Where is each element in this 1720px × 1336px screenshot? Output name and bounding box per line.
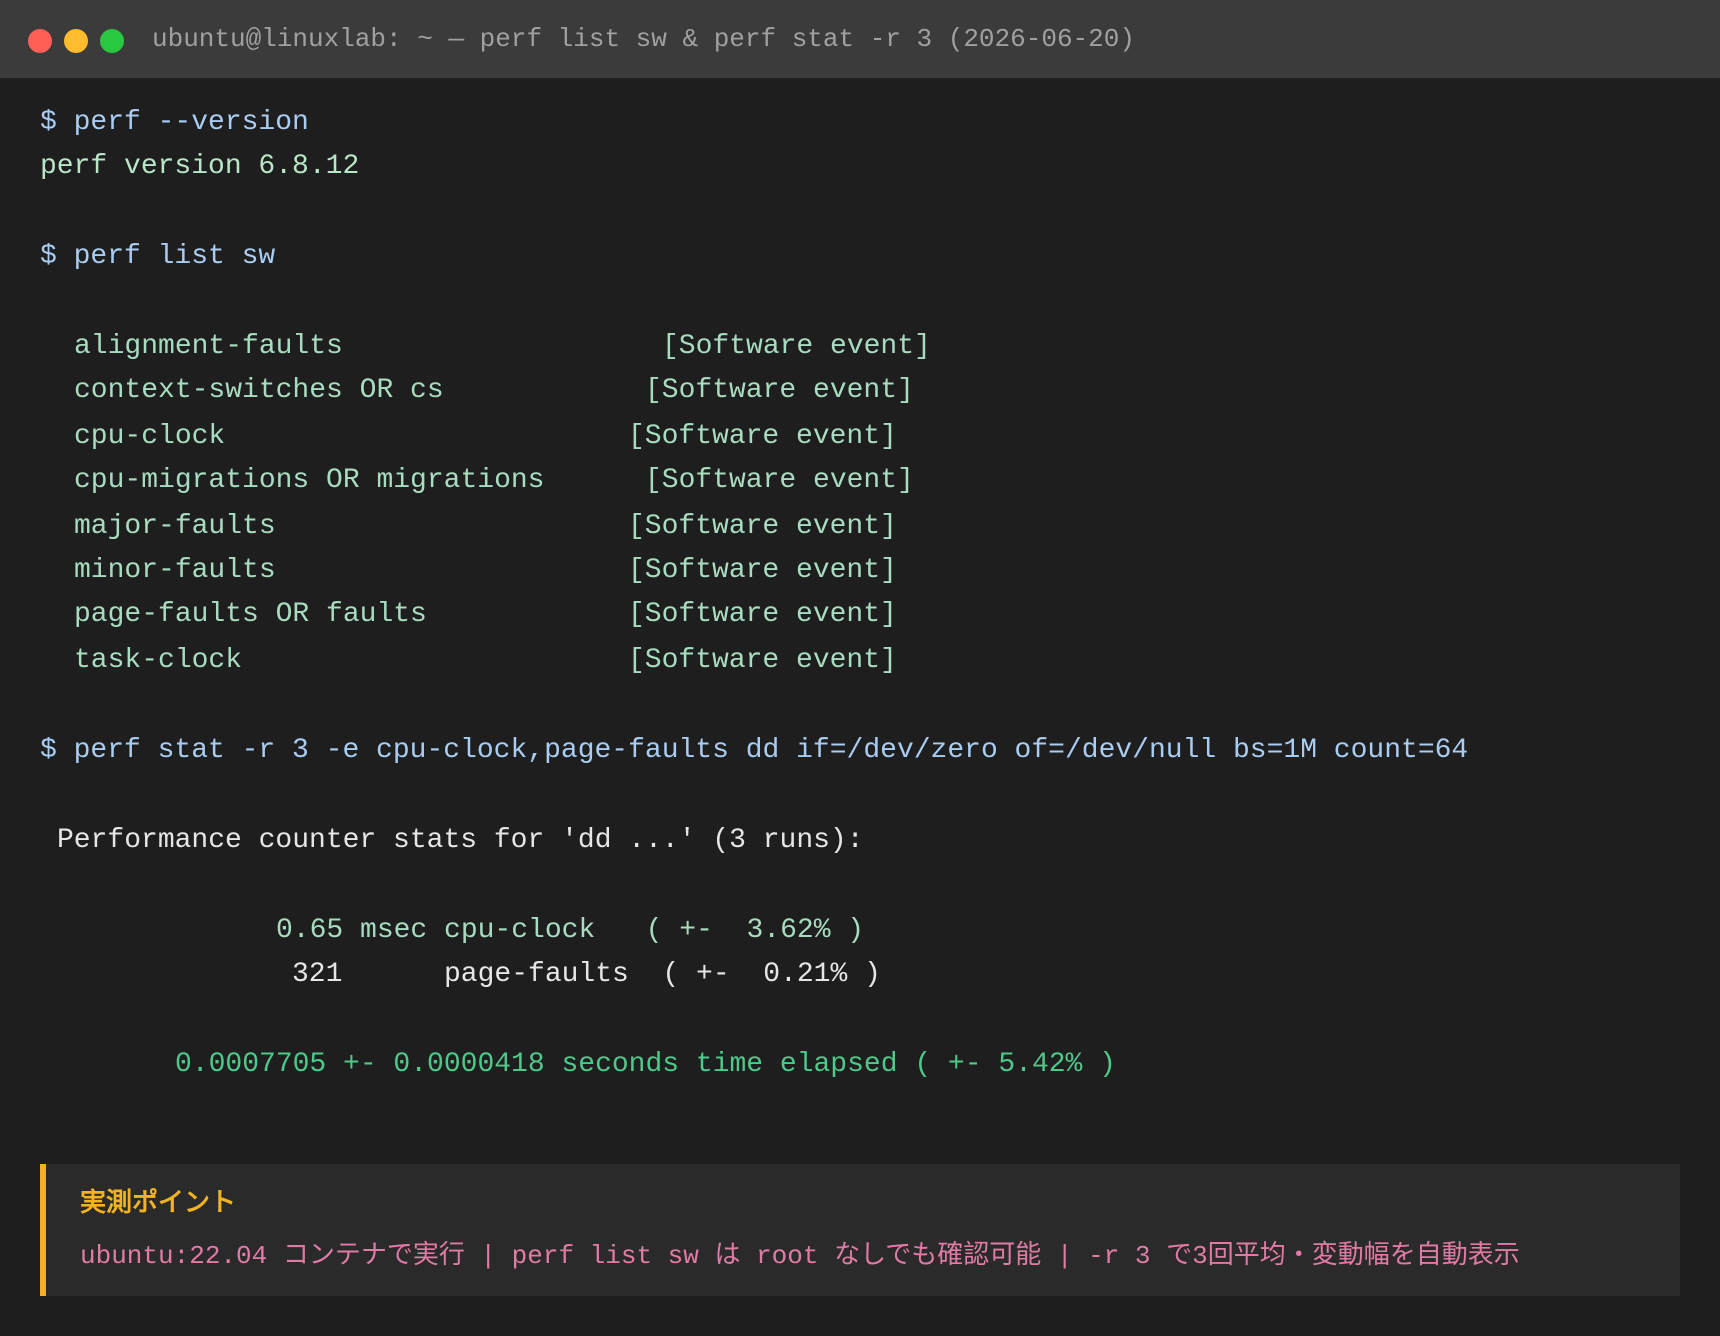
- event-tag: [Software event]: [645, 375, 914, 406]
- event-tag: [Software event]: [628, 645, 897, 676]
- event-tag: [Software event]: [628, 599, 897, 630]
- event-name: cpu-clock: [74, 421, 226, 452]
- stat-cpu-clock: 0.65 msec cpu-clock ( +- 3.62% ): [276, 915, 865, 946]
- stat-page-faults-value: 321: [292, 959, 343, 990]
- stat-page-faults-label: page-faults ( +- 0.21% ): [444, 959, 881, 990]
- minimize-window-button[interactable]: [64, 29, 88, 53]
- event-name: context-switches OR cs: [74, 375, 444, 406]
- event-name: task-clock: [74, 645, 243, 676]
- command-line-stat: $ perf stat -r 3 -e cpu-clock,page-fault…: [40, 735, 1469, 766]
- event-name: cpu-migrations OR migrations: [74, 465, 545, 496]
- terminal-window: ubuntu@linuxlab: ~ — perf list sw & perf…: [0, 0, 1720, 1336]
- window-title: ubuntu@linuxlab: ~ — perf list sw & perf…: [152, 24, 1135, 54]
- stats-header: Performance counter stats for 'dd ...' (…: [57, 825, 864, 856]
- event-name: page-faults OR faults: [74, 599, 427, 630]
- event-tag: [Software event]: [662, 331, 931, 362]
- command-line-list: $ perf list sw: [40, 241, 276, 272]
- measurement-note: 実測ポイント ubuntu:22.04 コンテナで実行 | perf list …: [40, 1164, 1680, 1296]
- event-name: minor-faults: [74, 555, 276, 586]
- title-bar: ubuntu@linuxlab: ~ — perf list sw & perf…: [0, 0, 1720, 78]
- event-name: major-faults: [74, 511, 276, 542]
- command-line-version: $ perf --version: [40, 107, 309, 138]
- event-tag: [Software event]: [628, 555, 897, 586]
- event-name: alignment-faults: [74, 331, 343, 362]
- event-tag: [Software event]: [628, 511, 897, 542]
- note-title: 実測ポイント: [80, 1188, 237, 1218]
- note-body: ubuntu:22.04 コンテナで実行 | perf list sw は ro…: [80, 1241, 1520, 1271]
- time-elapsed: 0.0007705 +- 0.0000418 seconds time elap…: [175, 1049, 1116, 1080]
- close-window-button[interactable]: [28, 29, 52, 53]
- output-version: perf version 6.8.12: [40, 151, 360, 182]
- maximize-window-button[interactable]: [100, 29, 124, 53]
- event-tag: [Software event]: [628, 421, 897, 452]
- event-tag: [Software event]: [645, 465, 914, 496]
